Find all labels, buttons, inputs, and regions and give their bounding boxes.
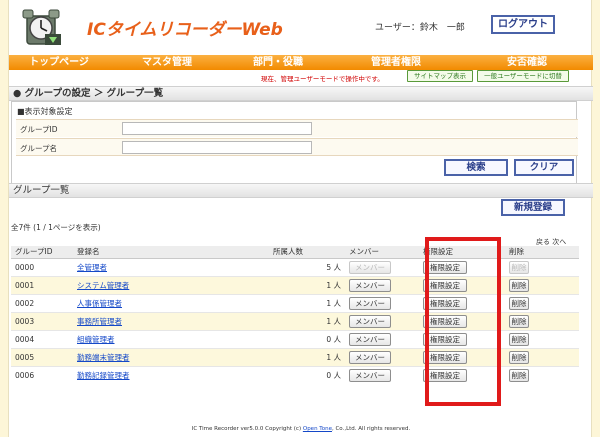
group-id-label: グループID bbox=[20, 125, 58, 134]
col-group-id: グループID bbox=[11, 246, 73, 259]
footer-company-link[interactable]: Open Tone bbox=[303, 426, 332, 432]
member-button[interactable]: メンバー bbox=[349, 314, 391, 328]
permission-column-highlight bbox=[425, 237, 501, 406]
cell-member: メンバー bbox=[345, 347, 419, 366]
group-name-link[interactable]: システム管理者 bbox=[77, 281, 129, 290]
cell-member: メンバー bbox=[345, 275, 419, 294]
member-button[interactable]: メンバー bbox=[349, 368, 391, 382]
group-name-link[interactable]: 全管理者 bbox=[77, 263, 107, 272]
cell-member: メンバー bbox=[345, 311, 419, 330]
filter-subtitle: ■表示対象設定 bbox=[17, 107, 73, 116]
group-name-row: グループ名 bbox=[16, 138, 578, 156]
cell-name: 勤務端末管理者 bbox=[73, 347, 269, 366]
cell-name: システム管理者 bbox=[73, 275, 269, 294]
cell-group-id: 0006 bbox=[11, 365, 73, 384]
cell-delete: 削除 bbox=[505, 329, 579, 348]
delete-button[interactable]: 削除 bbox=[509, 350, 529, 364]
group-id-row: グループID bbox=[16, 119, 578, 137]
delete-button: 削除 bbox=[509, 260, 529, 274]
delete-button[interactable]: 削除 bbox=[509, 296, 529, 310]
cell-name: 人事係管理者 bbox=[73, 293, 269, 312]
delete-button[interactable]: 削除 bbox=[509, 368, 529, 382]
group-list-header: グループ一覧 bbox=[9, 183, 593, 198]
clear-button[interactable]: クリア bbox=[514, 159, 574, 176]
col-members-count: 所属人数 bbox=[269, 246, 345, 259]
switch-user-mode-button[interactable]: 一般ユーザーモードに切替 bbox=[477, 70, 569, 82]
group-name-link[interactable]: 勤務記録管理者 bbox=[77, 371, 130, 380]
cell-delete: 削除 bbox=[505, 311, 579, 330]
cell-name: 事務所管理者 bbox=[73, 311, 269, 330]
member-button: メンバー bbox=[349, 260, 391, 274]
user-name-label: ユーザー：鈴木 一郎 bbox=[375, 23, 465, 33]
cell-members-count: 0 人 bbox=[269, 329, 345, 348]
page: ICタイムリコーダーWeb ユーザー：鈴木 一郎 ログアウト トップページ マス… bbox=[8, 0, 593, 437]
clock-logo-icon bbox=[19, 6, 65, 48]
cell-members-count: 0 人 bbox=[269, 365, 345, 384]
cell-member: メンバー bbox=[345, 365, 419, 384]
group-name-link[interactable]: 勤務端末管理者 bbox=[77, 353, 130, 362]
col-delete: 削除 bbox=[505, 246, 579, 259]
header: ICタイムリコーダーWeb ユーザー：鈴木 一郎 ログアウト bbox=[9, 0, 593, 52]
member-button[interactable]: メンバー bbox=[349, 332, 391, 346]
group-name-link[interactable]: 事務所管理者 bbox=[77, 317, 122, 326]
footer-copyright: IC Time Recorder ver5.0.0 Copyright (c) bbox=[191, 426, 303, 432]
member-button[interactable]: メンバー bbox=[349, 278, 391, 292]
cell-delete: 削除 bbox=[505, 347, 579, 366]
filter-panel: ■表示対象設定 グループID グループ名 検索 クリア bbox=[11, 101, 578, 185]
col-member: メンバー bbox=[345, 246, 419, 259]
cell-group-id: 0004 bbox=[11, 329, 73, 348]
cell-members-count: 1 人 bbox=[269, 347, 345, 366]
nav-item-department[interactable]: 部門・役職 bbox=[225, 55, 331, 70]
cell-members-count: 1 人 bbox=[269, 293, 345, 312]
cell-members-count: 1 人 bbox=[269, 311, 345, 330]
member-button[interactable]: メンバー bbox=[349, 350, 391, 364]
delete-button[interactable]: 削除 bbox=[509, 314, 529, 328]
cell-group-id: 0005 bbox=[11, 347, 73, 366]
cell-member: メンバー bbox=[345, 257, 419, 276]
cell-member: メンバー bbox=[345, 293, 419, 312]
delete-button[interactable]: 削除 bbox=[509, 278, 529, 292]
cell-members-count: 1 人 bbox=[269, 275, 345, 294]
cell-group-id: 0002 bbox=[11, 293, 73, 312]
nav-item-safety[interactable]: 安否確認 bbox=[461, 55, 593, 70]
cell-delete: 削除 bbox=[505, 365, 579, 384]
footer-rights: , Co.,Ltd. All rights reserved. bbox=[331, 426, 411, 432]
cell-delete: 削除 bbox=[505, 257, 579, 276]
mode-bar: 現在、管理ユーザーモードで操作中です。 サイトマップ表示 一般ユーザーモードに切… bbox=[9, 70, 593, 84]
result-count: 全7件 (1 / 1ページを表示) bbox=[11, 223, 101, 232]
nav-item-admin-permission[interactable]: 管理者権限 bbox=[331, 55, 461, 70]
group-name-link[interactable]: 人事係管理者 bbox=[77, 299, 122, 308]
nav-item-master[interactable]: マスタ管理 bbox=[109, 55, 225, 70]
cell-name: 勤務記録管理者 bbox=[73, 365, 269, 384]
logout-button[interactable]: ログアウト bbox=[491, 15, 555, 34]
cell-members-count: 5 人 bbox=[269, 257, 345, 276]
nav-item-top[interactable]: トップページ bbox=[9, 55, 109, 70]
main-nav: トップページ マスタ管理 部門・役職 管理者権限 安否確認 bbox=[9, 55, 593, 70]
cell-group-id: 0001 bbox=[11, 275, 73, 294]
footer: IC Time Recorder ver5.0.0 Copyright (c) … bbox=[9, 426, 593, 432]
cell-name: 組織管理者 bbox=[73, 329, 269, 348]
new-register-button[interactable]: 新規登録 bbox=[501, 199, 565, 216]
delete-button[interactable]: 削除 bbox=[509, 332, 529, 346]
cell-delete: 削除 bbox=[505, 293, 579, 312]
cell-group-id: 0000 bbox=[11, 257, 73, 276]
cell-member: メンバー bbox=[345, 329, 419, 348]
group-id-input[interactable] bbox=[122, 122, 312, 135]
group-name-link[interactable]: 組織管理者 bbox=[77, 335, 115, 344]
group-name-input[interactable] bbox=[122, 141, 312, 154]
cell-delete: 削除 bbox=[505, 275, 579, 294]
sitemap-button[interactable]: サイトマップ表示 bbox=[407, 70, 473, 82]
search-button[interactable]: 検索 bbox=[444, 159, 508, 176]
col-name: 登録名 bbox=[73, 246, 269, 259]
group-name-label: グループ名 bbox=[20, 144, 58, 153]
cell-group-id: 0003 bbox=[11, 311, 73, 330]
page-title: ● グループの設定 ＞ グループ一覧 bbox=[9, 86, 593, 101]
cell-name: 全管理者 bbox=[73, 257, 269, 276]
member-button[interactable]: メンバー bbox=[349, 296, 391, 310]
app-title: ICタイムリコーダーWeb bbox=[87, 20, 283, 40]
mode-status-text: 現在、管理ユーザーモードで操作中です。 bbox=[261, 75, 384, 83]
